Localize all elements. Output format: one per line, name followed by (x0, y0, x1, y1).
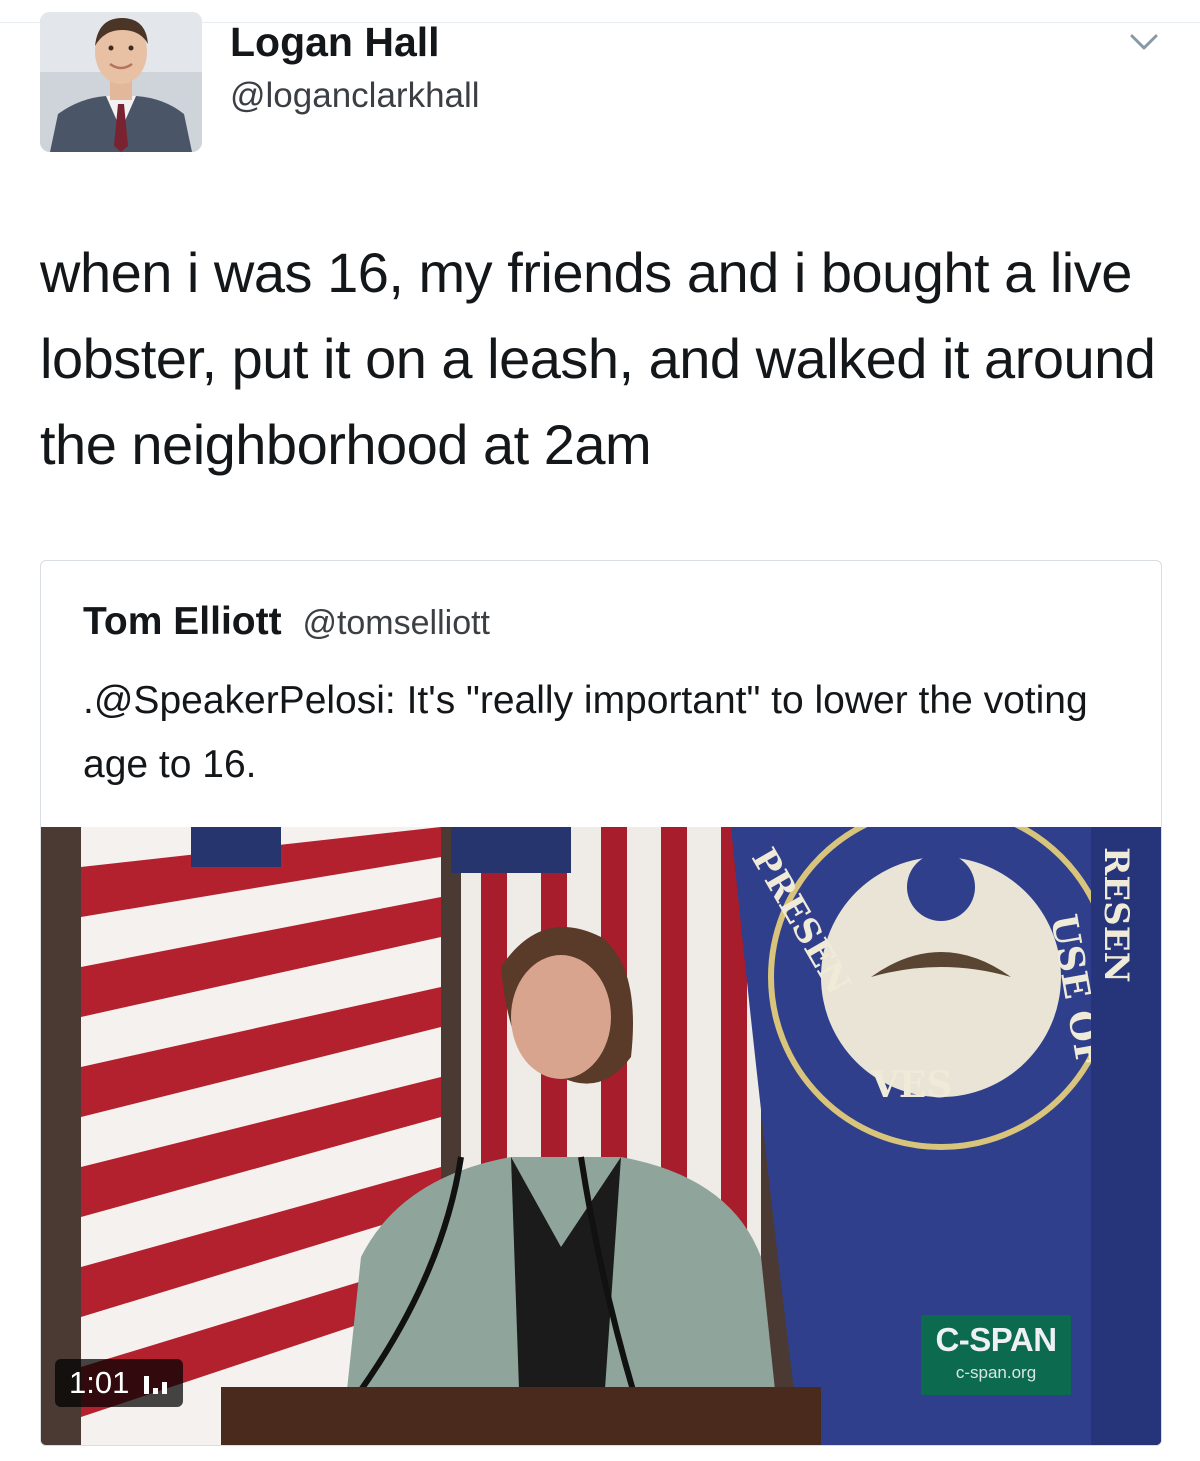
author-display-name[interactable]: Logan Hall (230, 18, 440, 66)
quoted-handle[interactable]: @tomselliott (302, 604, 490, 642)
author-avatar[interactable] (40, 12, 202, 152)
quoted-tweet-card[interactable]: Tom Elliott @tomselliott .@SpeakerPelosi… (40, 560, 1162, 1446)
author-handle[interactable]: @loganclarkhall (230, 74, 480, 118)
avatar-photo (40, 12, 202, 152)
svg-text:RESEN: RESEN (1096, 847, 1136, 983)
svg-text:VES: VES (870, 1064, 952, 1106)
cspan-watermark-sub: c-span.org (955, 1363, 1037, 1382)
video-duration: 1:01 (69, 1365, 130, 1400)
video-player[interactable]: VES USE OF PRESEN RESEN 1:01 C-SPAN c-sp… (41, 827, 1161, 1445)
quoted-tweet-header: Tom Elliott @tomselliott (83, 599, 490, 646)
video-duration-badge: 1:01 (55, 1359, 184, 1407)
chevron-down-icon[interactable] (1126, 28, 1162, 56)
cspan-watermark-main: C-SPAN (935, 1321, 1057, 1358)
cspan-watermark: C-SPAN c-span.org (921, 1315, 1071, 1395)
bar-chart-icon (143, 1370, 169, 1396)
tweet-text: when i was 16, my friends and i bought a… (40, 241, 1156, 476)
quoted-tweet-text: .@SpeakerPelosi: It's "really important"… (83, 679, 1088, 786)
quoted-display-name[interactable]: Tom Elliott (83, 600, 282, 643)
